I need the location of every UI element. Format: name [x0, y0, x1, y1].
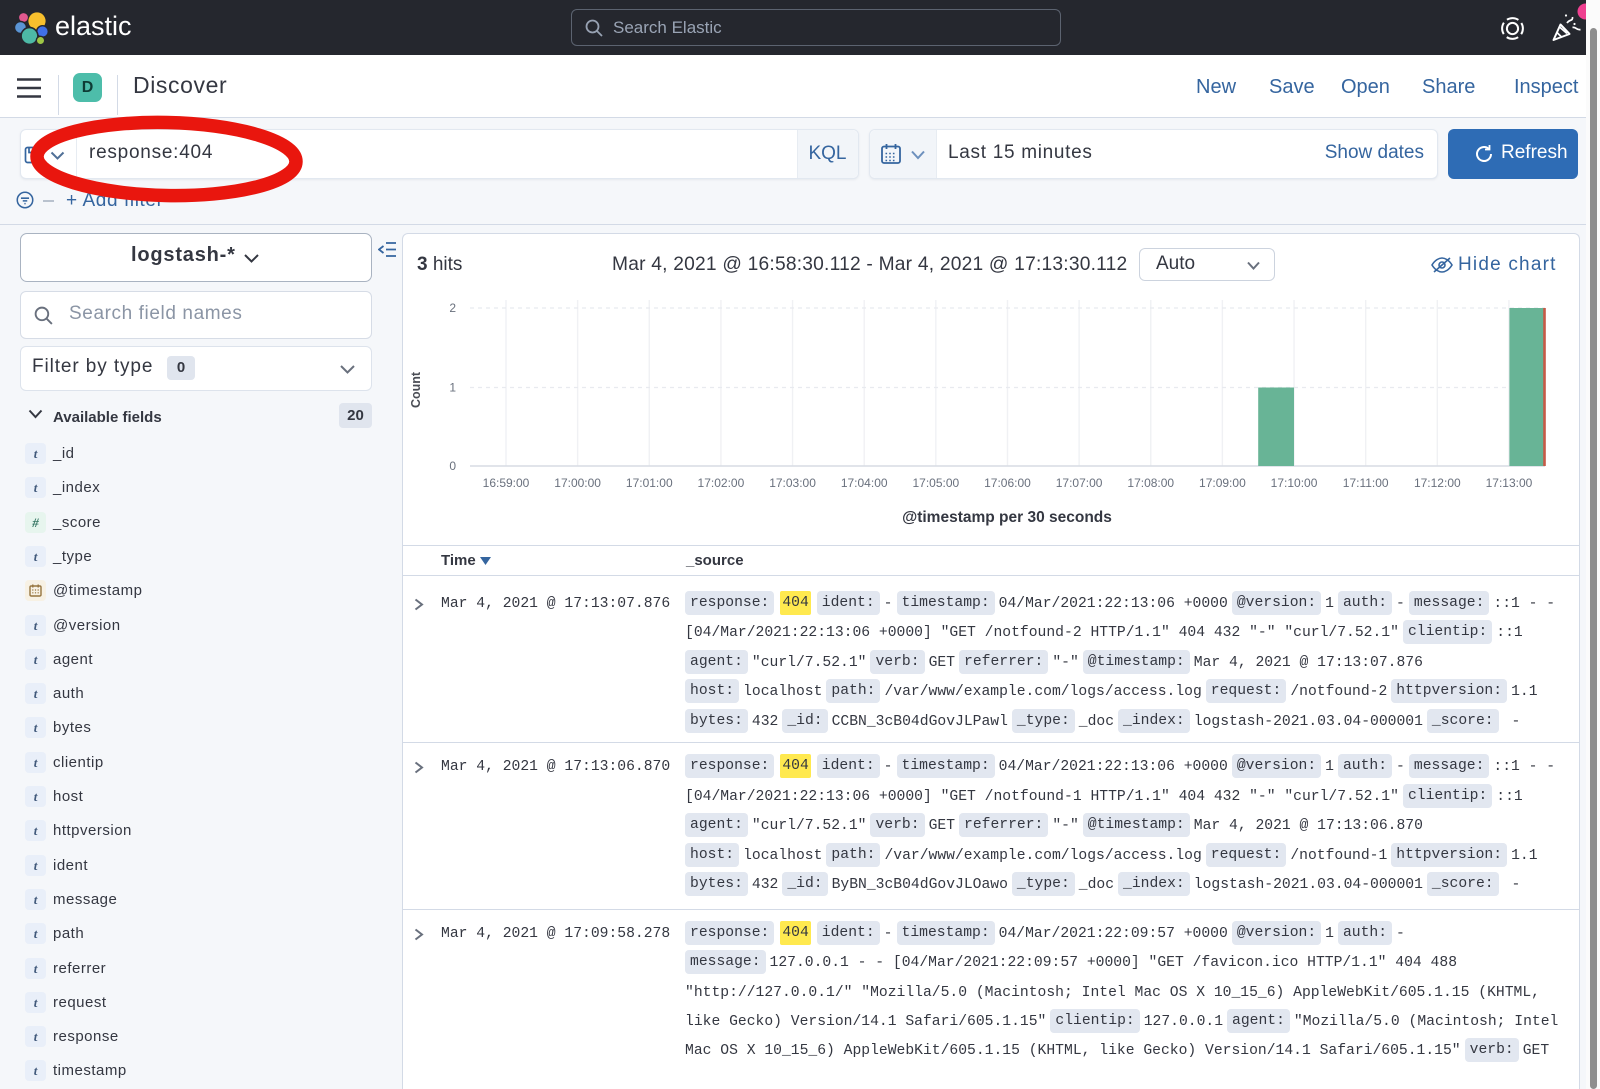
svg-text:17:01:00: 17:01:00 [626, 476, 673, 490]
svg-text:2: 2 [449, 301, 456, 315]
svg-text:Count: Count [409, 371, 423, 408]
svg-text:17:02:00: 17:02:00 [698, 476, 745, 490]
svg-text:17:05:00: 17:05:00 [912, 476, 959, 490]
svg-text:1: 1 [449, 381, 456, 395]
svg-text:0: 0 [449, 459, 456, 473]
svg-text:17:13:00: 17:13:00 [1486, 476, 1533, 490]
svg-text:17:04:00: 17:04:00 [841, 476, 888, 490]
svg-text:17:12:00: 17:12:00 [1414, 476, 1461, 490]
svg-text:17:11:00: 17:11:00 [1343, 476, 1389, 490]
svg-text:17:08:00: 17:08:00 [1127, 476, 1174, 490]
svg-text:17:03:00: 17:03:00 [769, 476, 816, 490]
svg-text:16:59:00: 16:59:00 [483, 476, 530, 490]
svg-text:17:00:00: 17:00:00 [554, 476, 601, 490]
svg-text:17:10:00: 17:10:00 [1271, 476, 1318, 490]
svg-text:17:07:00: 17:07:00 [1056, 476, 1103, 490]
svg-text:17:09:00: 17:09:00 [1199, 476, 1246, 490]
svg-text:17:06:00: 17:06:00 [984, 476, 1031, 490]
